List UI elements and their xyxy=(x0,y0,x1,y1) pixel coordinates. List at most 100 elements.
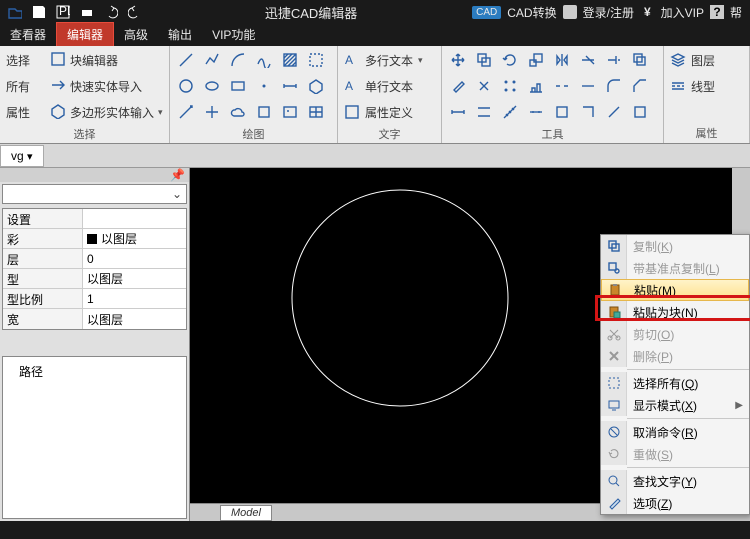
panel-pin-icon[interactable]: 📌 xyxy=(0,168,189,182)
quick-import-icon[interactable] xyxy=(50,77,66,96)
qat-undo-icon[interactable] xyxy=(100,2,122,22)
qat-open-icon[interactable] xyxy=(4,2,26,22)
trim-tool-icon[interactable] xyxy=(576,49,600,71)
cloud-tool-icon[interactable] xyxy=(226,101,250,123)
layers-button[interactable]: 图层 xyxy=(668,48,745,72)
break-tool-icon[interactable] xyxy=(550,75,574,97)
cad-convert-link[interactable]: CAD转换 xyxy=(503,4,560,21)
ctx-options[interactable]: 选项(Z) xyxy=(601,492,749,514)
line-tool-icon[interactable] xyxy=(174,49,198,71)
separator xyxy=(627,418,749,419)
ctx-cancel[interactable]: 取消命令(R) xyxy=(601,421,749,443)
ribbon-block-editor[interactable]: 块编辑器 xyxy=(68,52,120,69)
join-tool-icon[interactable] xyxy=(576,75,600,97)
document-tab[interactable]: vg ▾ xyxy=(0,145,44,167)
drawing-circle-entity[interactable] xyxy=(220,178,580,478)
tab-vip[interactable]: VIP功能 xyxy=(202,23,265,46)
tool-e-icon[interactable] xyxy=(550,101,574,123)
hatch-tool-icon[interactable] xyxy=(278,49,302,71)
qat-pdf-icon[interactable]: PDF xyxy=(52,2,74,22)
region-tool-icon[interactable] xyxy=(304,49,328,71)
tab-output[interactable]: 输出 xyxy=(158,23,202,46)
polygon-input-icon[interactable] xyxy=(50,103,66,122)
ctx-paste[interactable]: 粘贴(M) xyxy=(601,279,749,301)
circle-tool-icon[interactable] xyxy=(174,75,198,97)
login-link[interactable]: 登录/注册 xyxy=(579,4,638,21)
path-box: 路径 xyxy=(2,356,187,519)
ribbon-polygon-input[interactable]: 多边形实体输入 xyxy=(68,104,156,121)
statusbar xyxy=(0,521,750,539)
ellipse-tool-icon[interactable] xyxy=(200,75,224,97)
rotate-tool-icon[interactable] xyxy=(498,49,522,71)
move-tool-icon[interactable] xyxy=(446,49,470,71)
qat-save-icon[interactable] xyxy=(28,2,50,22)
mirror-tool-icon[interactable] xyxy=(550,49,574,71)
explode-tool-icon[interactable] xyxy=(472,75,496,97)
qat-print-icon[interactable] xyxy=(76,2,98,22)
prop-val[interactable]: 以图层 xyxy=(83,309,186,329)
linetype-button[interactable]: 线型 xyxy=(668,74,745,98)
stext-button[interactable]: A单行文本 xyxy=(342,74,437,98)
ribbon-select[interactable]: 选择 xyxy=(4,52,32,69)
mtext-button[interactable]: A多行文本▾ xyxy=(342,48,437,72)
offset-tool-icon[interactable] xyxy=(628,49,652,71)
polygon-tool-icon[interactable] xyxy=(304,75,328,97)
tab-editor[interactable]: 编辑器 xyxy=(56,22,114,46)
ray-tool-icon[interactable] xyxy=(174,101,198,123)
ctx-select-all[interactable]: 选择所有(Q) xyxy=(601,372,749,394)
prop-key: 型 xyxy=(3,269,83,288)
prop-key: 型比例 xyxy=(3,289,83,308)
copy-tool-icon[interactable] xyxy=(472,49,496,71)
chamfer-tool-icon[interactable] xyxy=(628,75,652,97)
model-tab[interactable]: Model xyxy=(220,505,272,521)
ribbon-props[interactable]: 属性 xyxy=(4,104,32,121)
ribbon-all[interactable]: 所有 xyxy=(4,78,32,95)
attdef-button[interactable]: 属性定义 xyxy=(342,100,437,124)
prop-val[interactable]: 以图层 xyxy=(83,229,186,248)
polyline-tool-icon[interactable] xyxy=(200,49,224,71)
dim-tool-icon[interactable] xyxy=(278,75,302,97)
table-tool-icon[interactable] xyxy=(304,101,328,123)
xline-tool-icon[interactable] xyxy=(200,101,224,123)
stretch-tool-icon[interactable] xyxy=(446,101,470,123)
tab-viewer[interactable]: 查看器 xyxy=(0,23,56,46)
vip-link[interactable]: 加入VIP xyxy=(657,4,708,21)
block-tool-icon[interactable] xyxy=(252,101,276,123)
extend-tool-icon[interactable] xyxy=(602,49,626,71)
dropdown-icon[interactable]: ▾ xyxy=(158,107,163,118)
qat-redo-icon[interactable] xyxy=(124,2,146,22)
divide-tool-icon[interactable] xyxy=(524,101,548,123)
tool-g-icon[interactable] xyxy=(602,101,626,123)
ctx-find[interactable]: 查找文字(Y) xyxy=(601,470,749,492)
entity-type-combo[interactable]: ⌄ xyxy=(2,184,187,204)
spline-tool-icon[interactable] xyxy=(252,49,276,71)
lengthen-tool-icon[interactable] xyxy=(472,101,496,123)
ctx-paste-block[interactable]: 粘贴为块(N) xyxy=(601,301,749,323)
ctx-display-mode[interactable]: 显示模式(X)▶ xyxy=(601,394,749,416)
tool-f-icon[interactable] xyxy=(576,101,600,123)
tool-h-icon[interactable] xyxy=(628,101,652,123)
erase-tool-icon[interactable] xyxy=(446,75,470,97)
ribbon-quick-import[interactable]: 快速实体导入 xyxy=(68,78,144,95)
image-tool-icon[interactable] xyxy=(278,101,302,123)
align-tool-icon[interactable] xyxy=(524,75,548,97)
point-tool-icon[interactable] xyxy=(252,75,276,97)
ribbon-group-select-label: 选择 xyxy=(4,124,165,144)
rect-tool-icon[interactable] xyxy=(226,75,250,97)
scale-tool-icon[interactable] xyxy=(524,49,548,71)
array-tool-icon[interactable] xyxy=(498,75,522,97)
prop-val[interactable]: 1 xyxy=(83,289,186,308)
ribbon-group-tools-label: 工具 xyxy=(446,124,659,144)
app-title: 迅捷CAD编辑器 xyxy=(150,3,472,22)
ctx-redo: 重做(S) xyxy=(601,443,749,465)
measure-tool-icon[interactable] xyxy=(498,101,522,123)
arc-tool-icon[interactable] xyxy=(226,49,250,71)
help-icon[interactable]: ? xyxy=(710,5,724,19)
fillet-tool-icon[interactable] xyxy=(602,75,626,97)
block-editor-icon[interactable] xyxy=(50,51,66,70)
tab-advanced[interactable]: 高级 xyxy=(114,23,158,46)
prop-val[interactable]: 以图层 xyxy=(83,269,186,288)
prop-val[interactable]: 0 xyxy=(83,249,186,268)
prop-val[interactable] xyxy=(83,209,186,228)
quick-access-toolbar: PDF xyxy=(0,2,150,22)
